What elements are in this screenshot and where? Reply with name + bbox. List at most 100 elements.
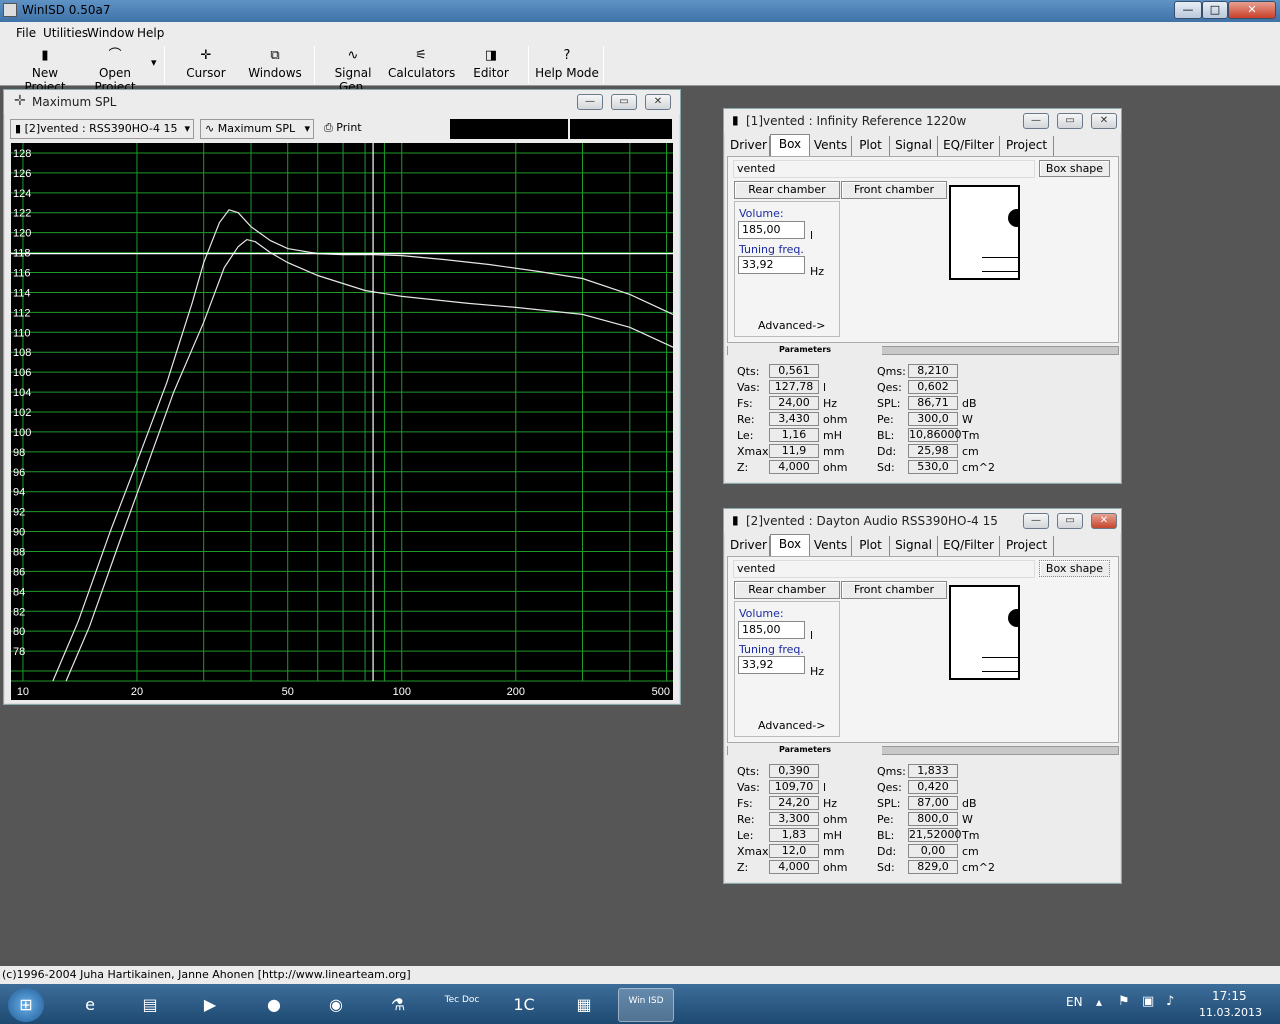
box2-advanced-button[interactable]: Advanced-> bbox=[758, 719, 826, 732]
box1-tab-project[interactable]: Project bbox=[1000, 136, 1054, 156]
firefox-icon[interactable]: ● bbox=[246, 988, 302, 1022]
param-name: Qms: bbox=[877, 765, 906, 778]
signal-gen-button[interactable]: ∿ Signal Gen. bbox=[320, 46, 386, 94]
open-project-button[interactable]: ⌒ Open Project bbox=[80, 46, 150, 94]
tecdoc-icon[interactable]: Tec Doc bbox=[434, 988, 490, 1022]
param-value: 0,420 bbox=[908, 780, 958, 794]
tray-arrow-icon[interactable]: ▴ bbox=[1096, 995, 1102, 1009]
spl-close-button[interactable]: ✕ bbox=[645, 94, 671, 110]
graph-type-select[interactable]: ∿ Maximum SPL ▾ bbox=[200, 119, 314, 139]
box2-tuning-input[interactable]: 33,92 bbox=[738, 656, 805, 674]
explorer-icon[interactable]: ▤ bbox=[122, 988, 178, 1022]
clock-date[interactable]: 11.03.2013 bbox=[1199, 1006, 1262, 1019]
windows-button[interactable]: ⧉ Windows bbox=[242, 46, 308, 84]
minimize-button[interactable]: — bbox=[1174, 1, 1202, 19]
y-tick-label: 80 bbox=[13, 626, 25, 638]
language-indicator[interactable]: EN bbox=[1066, 995, 1083, 1009]
menu-window[interactable]: Window bbox=[87, 26, 134, 40]
box1-tab-signal[interactable]: Signal bbox=[890, 136, 938, 156]
cursor-button[interactable]: ✛ Cursor bbox=[172, 46, 240, 84]
box1-tuning-input[interactable]: 33,92 bbox=[738, 256, 805, 274]
project-select[interactable]: ▮ [2]vented : RSS390HO-4 15 ▾ bbox=[10, 119, 194, 139]
box1-box-type-select[interactable]: vented bbox=[733, 160, 1035, 178]
box2-rear-chamber-tab[interactable]: Rear chamber bbox=[734, 581, 840, 599]
box2-tab-project[interactable]: Project bbox=[1000, 536, 1054, 556]
box2-title-bar[interactable]: ▮ [2]vented : Dayton Audio RSS390HO-4 15… bbox=[724, 509, 1121, 533]
box1-advanced-button[interactable]: Advanced-> bbox=[758, 319, 826, 332]
winisd-icon[interactable]: Win ISD bbox=[618, 988, 674, 1022]
volume-icon[interactable]: ♪ bbox=[1166, 994, 1174, 1009]
max-spl-title-bar[interactable]: ✛ Maximum SPL — ▭ ✕ bbox=[4, 90, 680, 114]
editor-button[interactable]: ◨ Editor bbox=[460, 46, 522, 84]
box1-close-button[interactable]: ✕ bbox=[1091, 113, 1117, 129]
box1-volume-input[interactable]: 185,00 bbox=[738, 221, 805, 239]
open-project-dropdown-icon[interactable]: ▾ bbox=[151, 56, 157, 69]
box1-maximize-button[interactable]: ▭ bbox=[1057, 113, 1083, 129]
box2-tab-vents[interactable]: Vents bbox=[810, 536, 852, 556]
menu-help[interactable]: Help bbox=[137, 26, 164, 40]
app-title-bar[interactable]: WinISD 0.50a7 — □ ✕ bbox=[0, 0, 1280, 22]
media-player-icon[interactable]: ▶ bbox=[182, 988, 238, 1022]
param-name: Dd: bbox=[877, 845, 897, 858]
calculators-button[interactable]: ⚟ Calculators bbox=[388, 46, 455, 84]
series-2-line bbox=[65, 238, 673, 682]
menu-file[interactable]: File bbox=[16, 26, 36, 40]
box2-box-shape-button[interactable]: Box shape bbox=[1039, 560, 1110, 577]
box2-tab-box[interactable]: Box bbox=[770, 534, 810, 556]
box1-tab-eqfilter[interactable]: EQ/Filter bbox=[938, 136, 1000, 156]
box2-tab-signal[interactable]: Signal bbox=[890, 536, 938, 556]
app2-icon[interactable]: 1C bbox=[496, 988, 552, 1022]
new-project-button[interactable]: ▮ New Project bbox=[10, 46, 80, 94]
y-tick-label: 104 bbox=[13, 387, 31, 399]
signal-gen-icon: ∿ bbox=[347, 48, 359, 63]
param-name: BL: bbox=[877, 829, 895, 842]
box1-front-chamber-tab[interactable]: Front chamber bbox=[841, 181, 947, 199]
param-name: SPL: bbox=[877, 397, 901, 410]
print-button[interactable]: ⎙ Print bbox=[324, 121, 362, 135]
app-icon[interactable]: ⚗ bbox=[370, 988, 426, 1022]
y-tick-label: 94 bbox=[13, 487, 25, 499]
box1-minimize-button[interactable]: — bbox=[1023, 113, 1049, 129]
box2-front-chamber-tab[interactable]: Front chamber bbox=[841, 581, 947, 599]
box2-tab-plot[interactable]: Plot bbox=[852, 536, 890, 556]
maximize-button[interactable]: □ bbox=[1202, 1, 1228, 19]
box2-box-type-select[interactable]: vented bbox=[733, 560, 1035, 578]
editor-icon: ◨ bbox=[484, 48, 498, 63]
project-select-icon: ▮ bbox=[15, 122, 25, 135]
menu-utilities[interactable]: Utilities bbox=[43, 26, 88, 40]
close-button[interactable]: ✕ bbox=[1228, 1, 1276, 19]
param-value: 1,16 bbox=[769, 428, 819, 442]
box2-maximize-button[interactable]: ▭ bbox=[1057, 513, 1083, 529]
cursor-icon: ✛ bbox=[200, 48, 212, 63]
box1-title-bar[interactable]: ▮ [1]vented : Infinity Reference 1220w —… bbox=[724, 109, 1121, 133]
y-tick-label: 110 bbox=[13, 327, 31, 339]
spl-minimize-button[interactable]: — bbox=[577, 94, 603, 110]
status-bar: (c)1996-2004 Juha Hartikainen, Janne Aho… bbox=[0, 966, 1280, 984]
action-center-icon[interactable]: ⚑ bbox=[1118, 994, 1130, 1009]
box1-tab-box[interactable]: Box bbox=[770, 134, 810, 156]
param-unit: W bbox=[962, 813, 973, 826]
x-tick-label: 500 bbox=[652, 686, 670, 698]
start-button[interactable]: ⊞ bbox=[8, 988, 44, 1022]
box1-tab-driver[interactable]: Driver bbox=[728, 136, 770, 156]
box1-tab-plot[interactable]: Plot bbox=[852, 136, 890, 156]
box2-tab-eqfilter[interactable]: EQ/Filter bbox=[938, 536, 1000, 556]
box1-box-shape-button[interactable]: Box shape bbox=[1039, 160, 1110, 177]
box2-tab-driver[interactable]: Driver bbox=[728, 536, 770, 556]
clock-time[interactable]: 17:15 bbox=[1212, 989, 1247, 1003]
network-icon[interactable]: ▣ bbox=[1142, 994, 1154, 1009]
internet-explorer-icon[interactable]: e bbox=[62, 988, 118, 1022]
box2-volume-input[interactable]: 185,00 bbox=[738, 621, 805, 639]
x-tick-label: 100 bbox=[393, 686, 411, 698]
box2-minimize-button[interactable]: — bbox=[1023, 513, 1049, 529]
box1-rear-chamber-tab[interactable]: Rear chamber bbox=[734, 181, 840, 199]
box2-close-button[interactable]: ✕ bbox=[1091, 513, 1117, 529]
spl-maximize-button[interactable]: ▭ bbox=[611, 94, 637, 110]
calculator-icon[interactable]: ▦ bbox=[556, 988, 612, 1022]
x-tick-labels: 10 20 50 100 200 500 bbox=[17, 686, 670, 698]
box1-tab-vents[interactable]: Vents bbox=[810, 136, 852, 156]
param-name: Dd: bbox=[877, 445, 897, 458]
help-mode-button[interactable]: ? Help Mode bbox=[534, 46, 600, 84]
spl-chart[interactable]: 1281261241221201181161141121101081061041… bbox=[11, 143, 673, 700]
chrome-icon[interactable]: ◉ bbox=[308, 988, 364, 1022]
